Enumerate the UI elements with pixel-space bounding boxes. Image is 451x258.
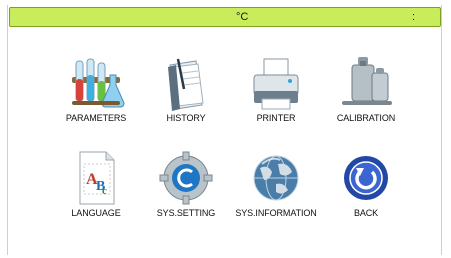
history-book-icon <box>156 55 216 115</box>
calibration-button[interactable]: CALIBRATION <box>318 55 414 159</box>
history-button[interactable]: HISTORY <box>138 55 234 159</box>
temperature-unit: °C <box>236 11 249 23</box>
test-tubes-icon <box>66 55 126 115</box>
sys-information-button[interactable]: SYS.INFORMATION <box>228 150 324 254</box>
gear-icon <box>156 150 216 210</box>
status-separator: : <box>412 11 416 23</box>
back-label: BACK <box>353 208 379 218</box>
printer-icon <box>246 55 306 115</box>
status-bar: °C : <box>9 7 441 27</box>
calibration-label: CALIBRATION <box>336 113 396 123</box>
sys-setting-button[interactable]: SYS.SETTING <box>138 150 234 254</box>
back-arrow-icon <box>336 150 396 210</box>
parameters-button[interactable]: PARAMETERS <box>48 55 144 159</box>
language-button[interactable]: A B c LANGUAGE <box>48 150 144 254</box>
printer-button[interactable]: PRINTER <box>228 55 324 159</box>
globe-icon <box>246 150 306 210</box>
svg-text:c: c <box>102 185 107 197</box>
back-button[interactable]: BACK <box>318 150 414 254</box>
language-document-icon: A B c <box>66 150 126 210</box>
calibration-weights-icon <box>336 55 396 115</box>
